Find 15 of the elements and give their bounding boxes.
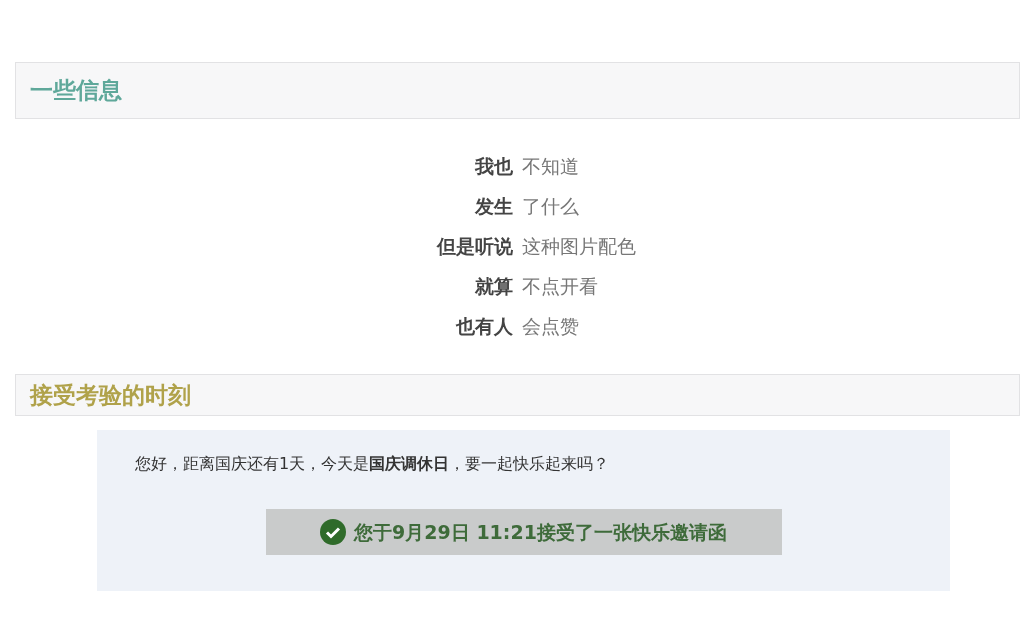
info-value: 会点赞 [522, 315, 579, 337]
status-text: 您于9月29日 11:21接受了一张快乐邀请函 [354, 519, 727, 545]
check-circle-icon [320, 519, 347, 545]
info-label: 但是听说 [437, 235, 513, 257]
notice-message: 您好，距离国庆还有1天，今天是国庆调休日，要一起快乐起来吗？ [135, 453, 611, 475]
info-label: 我也 [475, 155, 513, 177]
info-label: 也有人 [456, 315, 513, 337]
info-value: 了什么 [522, 195, 579, 217]
info-label: 就算 [475, 275, 513, 297]
section-title: 一些信息 [30, 76, 122, 106]
info-label: 发生 [475, 195, 513, 217]
info-value: 不知道 [522, 155, 579, 177]
info-value: 不点开看 [522, 275, 598, 297]
section-title: 接受考验的时刻 [30, 380, 191, 410]
info-value: 这种图片配色 [522, 235, 636, 257]
